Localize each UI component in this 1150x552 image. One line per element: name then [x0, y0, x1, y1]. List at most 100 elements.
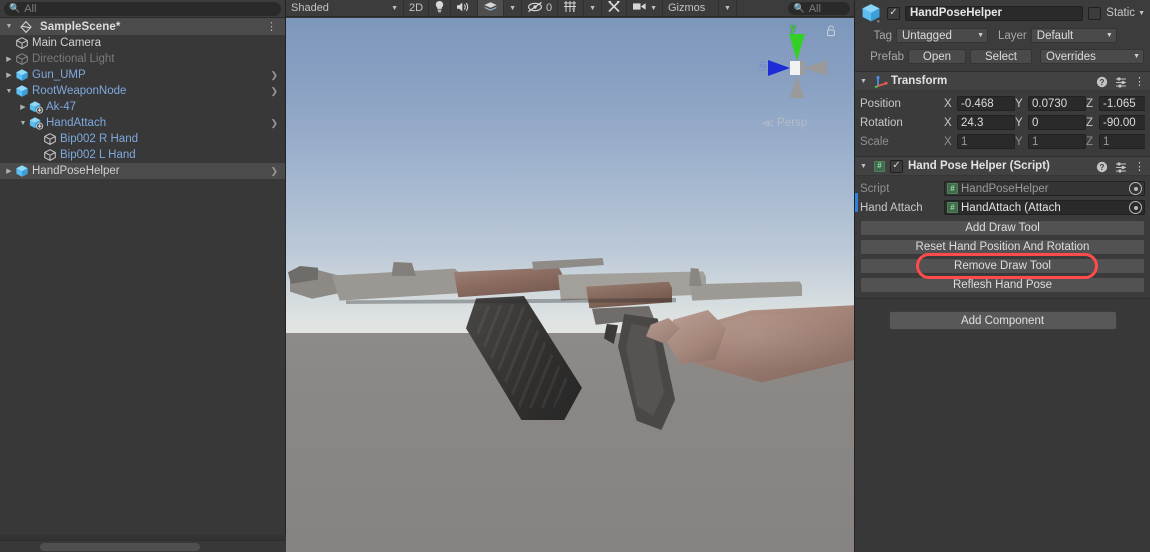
static-checkbox[interactable] — [1088, 6, 1102, 20]
object-picker-icon[interactable] — [1129, 182, 1142, 195]
hierarchy-item-main-camera[interactable]: ▶ Main Camera — [0, 35, 285, 51]
chevron-right-icon[interactable]: ▶ — [17, 103, 29, 111]
caret-down-icon[interactable]: ▼ — [860, 163, 869, 170]
script-enabled-checkbox[interactable]: ✓ — [890, 159, 903, 173]
layer-dropdown[interactable]: Default ▼ — [1030, 28, 1117, 43]
draw-mode-dropdown[interactable]: Shaded ▼ — [286, 0, 404, 16]
hierarchy-item-handposehelper[interactable]: ▶ HandPoseHelper ❯ — [0, 163, 285, 179]
scene-fx-dropdown[interactable]: ▼ — [504, 0, 522, 16]
chevron-down-icon[interactable]: ▼ — [3, 23, 15, 30]
gameobject-cube-icon — [15, 52, 29, 66]
add-component-label: Add Component — [960, 314, 1045, 327]
axis-x-input[interactable]: 1 — [957, 134, 1015, 149]
grid-snapping-dropdown[interactable]: ▼ — [584, 0, 603, 16]
preset-icon[interactable] — [1115, 75, 1127, 88]
gizmos-dropdown[interactable]: ▼ — [719, 0, 737, 16]
svg-text:Y: Y — [572, 8, 575, 13]
scene-tools-button[interactable] — [602, 0, 628, 16]
toggle-2d-button[interactable]: 2D — [404, 0, 430, 16]
transform-component-header[interactable]: ▼ Transform ? ⋮ — [855, 72, 1150, 91]
hand-attach-field[interactable]: # HandAttach (Attach — [944, 200, 1145, 215]
gizmo-projection-label[interactable]: ≪ Persp — [762, 116, 807, 130]
tag-dropdown[interactable]: Untagged ▼ — [896, 28, 988, 43]
remove-draw-tool-button[interactable]: Remove Draw Tool — [860, 258, 1145, 274]
gizmos-toggle[interactable]: Gizmos — [663, 0, 719, 16]
chevron-right-icon[interactable]: ❯ — [270, 86, 278, 96]
hierarchy-item-ak-47[interactable]: ▶ Ak-47 — [0, 99, 285, 115]
kebab-menu-icon[interactable]: ⋮ — [266, 18, 277, 35]
chevron-down-icon[interactable]: ▼ — [3, 88, 15, 95]
help-icon[interactable]: ? — [1096, 75, 1108, 88]
hierarchy-item-directional-light[interactable]: ▶ Directional Light — [0, 51, 285, 67]
hierarchy-scene-row[interactable]: ▼ SampleScene* ⋮ — [0, 18, 285, 35]
scene-search-input[interactable]: 🔍 All — [788, 2, 850, 15]
scene-lighting-toggle[interactable] — [429, 0, 452, 16]
caret-down-icon: ▼ — [1138, 9, 1145, 17]
lock-icon[interactable] — [826, 24, 836, 37]
prefab-variant-icon — [29, 100, 44, 114]
grid-snapping-toggle[interactable]: Y — [558, 0, 585, 16]
hierarchy-horizontal-scrollbar[interactable] — [0, 540, 286, 552]
hierarchy-item-bip002-r-hand[interactable]: ▶ Bip002 R Hand — [0, 131, 285, 147]
prefab-open-button[interactable]: Open — [908, 49, 966, 64]
object-enabled-checkbox[interactable]: ✓ — [887, 6, 900, 20]
search-icon: 🔍 — [793, 3, 805, 13]
axis-y-input[interactable]: 0.0730 — [1028, 96, 1086, 111]
layer-label: Layer — [998, 29, 1027, 42]
hidden-objects-toggle[interactable]: 0 — [522, 0, 559, 16]
object-picker-icon[interactable] — [1129, 201, 1142, 214]
reflesh-hand-pose-button[interactable]: Reflesh Hand Pose — [860, 277, 1145, 293]
prefab-select-button[interactable]: Select — [970, 49, 1032, 64]
hierarchy-item-label: Directional Light — [32, 53, 115, 65]
axis-y-input[interactable]: 1 — [1028, 134, 1086, 149]
chevron-right-icon[interactable]: ❯ — [270, 118, 278, 128]
axis-z-input[interactable]: -90.00 — [1099, 115, 1145, 130]
transform-fields: Position X -0.468 Y 0.0730 Z -1.065 Rotation X 24… — [855, 91, 1150, 156]
script-field-value[interactable]: # HandPoseHelper — [944, 181, 1145, 196]
fx-layers-icon — [483, 1, 498, 16]
scrollbar-thumb[interactable] — [40, 543, 200, 551]
scene-audio-toggle[interactable] — [451, 0, 479, 16]
script-component-header[interactable]: ▼ # ✓ Hand Pose Helper (Script) ? ⋮ — [855, 157, 1150, 176]
prefab-variant-icon — [29, 116, 44, 130]
scene-viewport[interactable]: y z ≪ Persp — [286, 18, 854, 552]
scene-camera-button[interactable]: ▼ — [627, 0, 663, 16]
chevron-right-icon[interactable]: ▶ — [3, 167, 15, 175]
axis-x-input[interactable]: 24.3 — [957, 115, 1015, 130]
caret-down-icon: ▼ — [977, 32, 984, 39]
scene-fx-toggle[interactable] — [478, 0, 505, 16]
add-draw-tool-button[interactable]: Add Draw Tool — [860, 220, 1145, 236]
chevron-right-icon[interactable]: ▶ — [3, 55, 15, 63]
kebab-menu-icon[interactable]: ⋮ — [1134, 75, 1145, 88]
axis-z-input[interactable]: 1 — [1099, 134, 1145, 149]
help-icon[interactable]: ? — [1096, 160, 1108, 173]
reset-hand-position-and-rotation-button[interactable]: Reset Hand Position And Rotation — [860, 239, 1145, 255]
chevron-right-icon[interactable]: ❯ — [270, 166, 278, 176]
prefab-overrides-dropdown[interactable]: Overrides ▼ — [1040, 49, 1144, 64]
static-dropdown[interactable]: Static ▼ — [1106, 7, 1145, 19]
transform-component: ▼ Transform ? ⋮ Position X -0.468 Y 0.07… — [855, 72, 1150, 157]
scene-orientation-gizmo[interactable]: y z ≪ Persp — [758, 22, 836, 130]
transform-row-label: Rotation — [860, 116, 903, 129]
object-name-input[interactable]: HandPoseHelper — [905, 5, 1084, 21]
prefab-cube-icon — [15, 164, 29, 178]
hierarchy-item-handattach[interactable]: ▼ HandAttach ❯ — [0, 115, 285, 131]
chevron-right-icon[interactable]: ❯ — [270, 70, 278, 80]
object-name-value: HandPoseHelper — [910, 7, 1003, 19]
chevron-down-icon[interactable]: ▼ — [17, 120, 29, 127]
unity-editor-window: 🔍 All ▼ SampleScene* ⋮ ▶ Main Camera ▶ Dire… — [0, 0, 1150, 552]
axis-x-input[interactable]: -0.468 — [957, 96, 1015, 111]
hierarchy-item-label: Gun_UMP — [32, 69, 86, 81]
axis-y-input[interactable]: 0 — [1028, 115, 1086, 130]
add-component-button[interactable]: Add Component — [888, 311, 1117, 330]
hierarchy-search-input[interactable]: 🔍 All — [4, 1, 281, 16]
kebab-menu-icon[interactable]: ⋮ — [1134, 160, 1145, 173]
hierarchy-item-bip002-l-hand[interactable]: ▶ Bip002 L Hand — [0, 147, 285, 163]
hierarchy-item-rootweaponnode[interactable]: ▼ RootWeaponNode ❯ — [0, 83, 285, 99]
axis-z-input[interactable]: -1.065 — [1099, 96, 1145, 111]
chevron-right-icon[interactable]: ▶ — [3, 71, 15, 79]
preset-icon[interactable] — [1115, 160, 1127, 173]
prefab-cube-icon[interactable] — [860, 2, 882, 24]
hierarchy-item-gun-ump[interactable]: ▶ Gun_UMP ❯ — [0, 67, 285, 83]
caret-down-icon[interactable]: ▼ — [860, 78, 869, 85]
